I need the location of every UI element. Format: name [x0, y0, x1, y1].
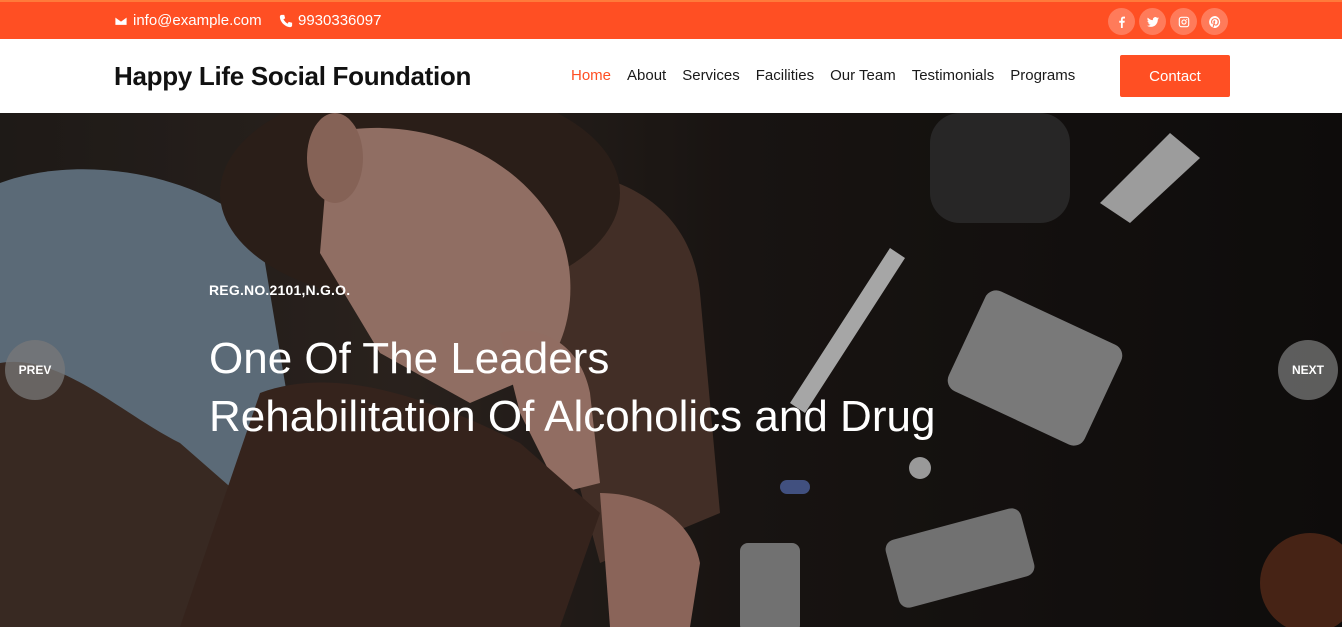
twitter-icon: [1146, 16, 1159, 27]
hero-tagline: REG.NO.2101,N.G.O.: [209, 282, 351, 298]
twitter-button[interactable]: [1139, 8, 1166, 35]
email-text: info@example.com: [133, 12, 262, 29]
nav-facilities[interactable]: Facilities: [756, 67, 814, 84]
phone-text: 9930336097: [298, 12, 382, 29]
hero-headline-line1: One Of The Leaders: [209, 334, 610, 383]
main-nav: Home About Services Facilities Our Team …: [571, 67, 1091, 84]
envelope-icon: [114, 15, 128, 26]
email-link[interactable]: info@example.com: [114, 12, 262, 29]
facebook-icon: [1118, 16, 1125, 28]
nav-programs[interactable]: Programs: [1010, 67, 1075, 84]
hero-headline-line2: Rehabilitation Of Alcoholics and Drug: [209, 392, 936, 441]
phone-icon: [279, 14, 293, 27]
social-links: [1108, 8, 1228, 35]
nav-home[interactable]: Home: [571, 67, 611, 84]
slider-next-button[interactable]: NEXT: [1278, 340, 1338, 400]
phone-link[interactable]: 9930336097: [279, 12, 381, 29]
slider-prev-button[interactable]: PREV: [5, 340, 65, 400]
instagram-icon: [1178, 16, 1189, 27]
nav-testimonials[interactable]: Testimonials: [912, 67, 995, 84]
pinterest-icon: [1208, 15, 1220, 28]
hero-headline: One Of The Leaders Rehabilitation Of Alc…: [209, 330, 935, 446]
facebook-button[interactable]: [1108, 8, 1135, 35]
nav-about[interactable]: About: [627, 67, 666, 84]
pinterest-button[interactable]: [1201, 8, 1228, 35]
main-navbar: Happy Life Social Foundation Home About …: [0, 39, 1342, 113]
hero-slider: REG.NO.2101,N.G.O. One Of The Leaders Re…: [0, 113, 1342, 627]
site-brand[interactable]: Happy Life Social Foundation: [114, 61, 471, 92]
top-bar: info@example.com 9930336097: [0, 0, 1342, 39]
nav-our-team[interactable]: Our Team: [830, 67, 896, 84]
nav-services[interactable]: Services: [682, 67, 740, 84]
instagram-button[interactable]: [1170, 8, 1197, 35]
contact-button[interactable]: Contact: [1120, 55, 1230, 97]
